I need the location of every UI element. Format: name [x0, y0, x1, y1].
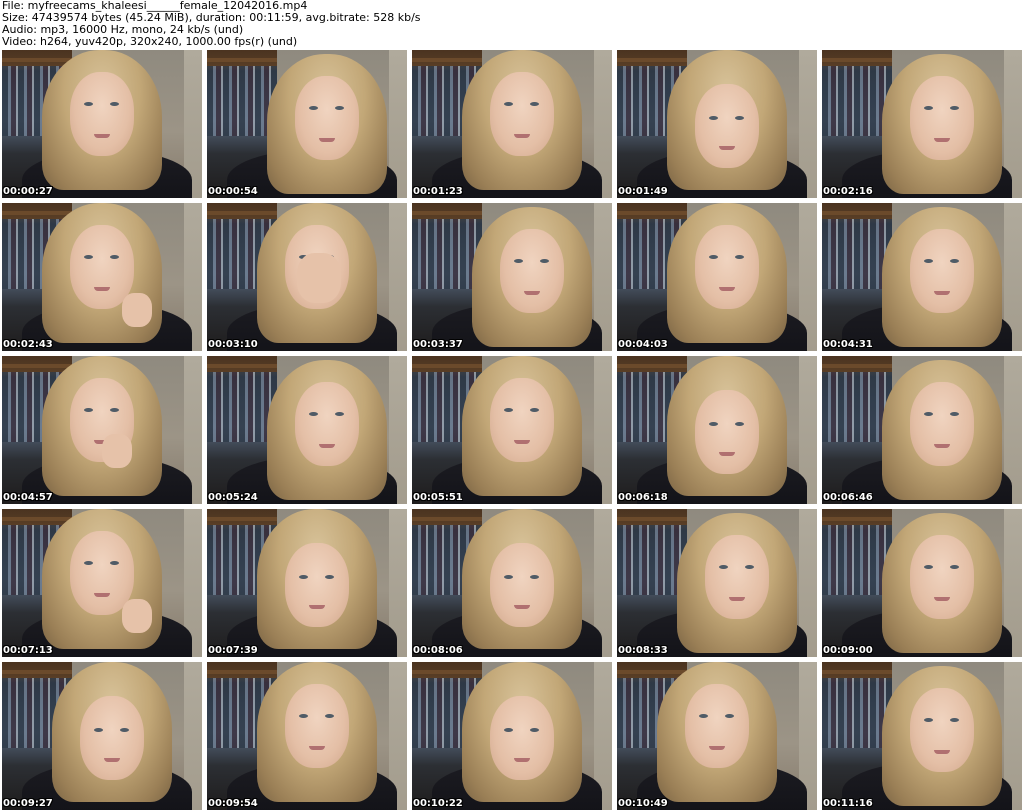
frame-timestamp: 00:04:57	[3, 492, 53, 503]
thumbnail-frame: 00:04:57	[2, 356, 202, 504]
frame-timestamp: 00:00:54	[208, 186, 258, 197]
frame-timestamp: 00:09:00	[823, 645, 873, 656]
thumbnail-frame: 00:00:27	[2, 50, 202, 198]
thumbnail-frame: 00:10:49	[617, 662, 817, 810]
frame-timestamp: 00:03:37	[413, 339, 463, 350]
thumbnail-frame: 00:10:22	[412, 662, 612, 810]
frame-timestamp: 00:11:16	[823, 798, 873, 809]
frame-timestamp: 00:00:27	[3, 186, 53, 197]
thumbnail-frame: 00:05:51	[412, 356, 612, 504]
frame-timestamp: 00:05:51	[413, 492, 463, 503]
frame-timestamp: 00:03:10	[208, 339, 258, 350]
thumbnail-frame: 00:03:10	[207, 203, 407, 351]
frame-timestamp: 00:09:54	[208, 798, 258, 809]
thumbnail-frame: 00:02:16	[822, 50, 1022, 198]
thumbnail-grid: 00:00:27 00:00:54 00:01:23 00:01:49 00:0…	[2, 50, 1022, 811]
audio-info-line: Audio: mp3, 16000 Hz, mono, 24 kb/s (und…	[2, 24, 244, 36]
frame-timestamp: 00:09:27	[3, 798, 53, 809]
thumbnail-frame: 00:05:24	[207, 356, 407, 504]
thumbnail-frame: 00:06:18	[617, 356, 817, 504]
frame-timestamp: 00:02:16	[823, 186, 873, 197]
thumbnail-frame: 00:09:00	[822, 509, 1022, 657]
frame-timestamp: 00:10:49	[618, 798, 668, 809]
frame-timestamp: 00:07:13	[3, 645, 53, 656]
video-info-line: Video: h264, yuv420p, 320x240, 1000.00 f…	[2, 36, 298, 48]
frame-timestamp: 00:04:31	[823, 339, 873, 350]
frame-timestamp: 00:08:06	[413, 645, 463, 656]
thumbnail-frame: 00:01:23	[412, 50, 612, 198]
thumbnail-frame: 00:08:33	[617, 509, 817, 657]
frame-timestamp: 00:04:03	[618, 339, 668, 350]
thumbnail-frame: 00:02:43	[2, 203, 202, 351]
frame-timestamp: 00:01:23	[413, 186, 463, 197]
frame-timestamp: 00:01:49	[618, 186, 668, 197]
thumbnail-frame: 00:03:37	[412, 203, 612, 351]
frame-timestamp: 00:05:24	[208, 492, 258, 503]
frame-timestamp: 00:07:39	[208, 645, 258, 656]
thumbnail-frame: 00:07:13	[2, 509, 202, 657]
thumbnail-frame: 00:07:39	[207, 509, 407, 657]
frame-timestamp: 00:08:33	[618, 645, 668, 656]
frame-timestamp: 00:06:46	[823, 492, 873, 503]
frame-timestamp: 00:10:22	[413, 798, 463, 809]
thumbnail-frame: 00:11:16	[822, 662, 1022, 810]
thumbnail-frame: 00:01:49	[617, 50, 817, 198]
thumbnail-frame: 00:06:46	[822, 356, 1022, 504]
thumbnail-frame: 00:09:27	[2, 662, 202, 810]
thumbnail-frame: 00:09:54	[207, 662, 407, 810]
file-name-line: File: myfreecams_khaleesi______female_12…	[2, 0, 308, 12]
frame-timestamp: 00:02:43	[3, 339, 53, 350]
thumbnail-frame: 00:08:06	[412, 509, 612, 657]
file-info-header: File: myfreecams_khaleesi______female_12…	[2, 0, 1020, 48]
thumbnail-frame: 00:00:54	[207, 50, 407, 198]
file-size-line: Size: 47439574 bytes (45.24 MiB), durati…	[2, 12, 421, 24]
thumbnail-frame: 00:04:03	[617, 203, 817, 351]
thumbnail-frame: 00:04:31	[822, 203, 1022, 351]
frame-timestamp: 00:06:18	[618, 492, 668, 503]
